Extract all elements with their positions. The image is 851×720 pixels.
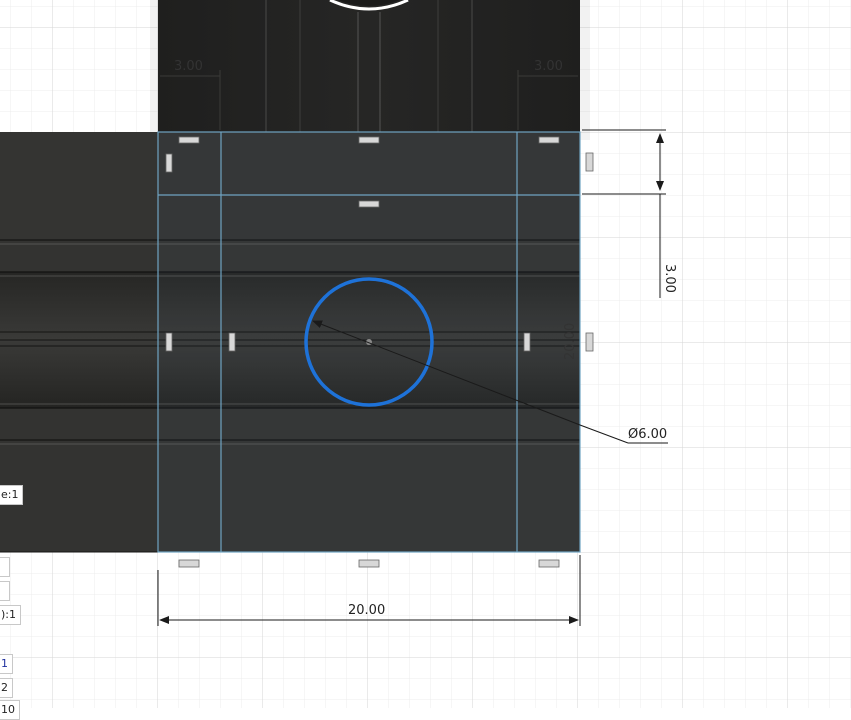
top-right-dimension-label[interactable]: 3.00 (534, 59, 563, 74)
left-tag-7[interactable]: 10 (0, 700, 20, 720)
height-dimension-label[interactable]: 20.00 (563, 323, 578, 360)
left-tag-5[interactable]: 1 (0, 654, 13, 674)
top-left-dimension-label[interactable]: 3.00 (174, 59, 203, 74)
width-dimension-label[interactable]: 20.00 (348, 603, 385, 618)
right-offset-dimension-label[interactable]: 3.00 (662, 264, 677, 293)
left-tag-6[interactable]: 2 (0, 678, 13, 698)
left-tag-1[interactable]: e:1 (0, 485, 24, 505)
left-tag-2[interactable] (0, 557, 10, 577)
left-tag-3[interactable] (0, 581, 10, 601)
canvas-viewport[interactable]: Ø6.00 20.00 3.00 20.00 3.00 3.00 (0, 0, 851, 708)
left-tag-4[interactable]: ):1 (0, 605, 21, 625)
diameter-dimension-label[interactable]: Ø6.00 (628, 427, 667, 442)
upper-model-body[interactable] (158, 0, 580, 132)
